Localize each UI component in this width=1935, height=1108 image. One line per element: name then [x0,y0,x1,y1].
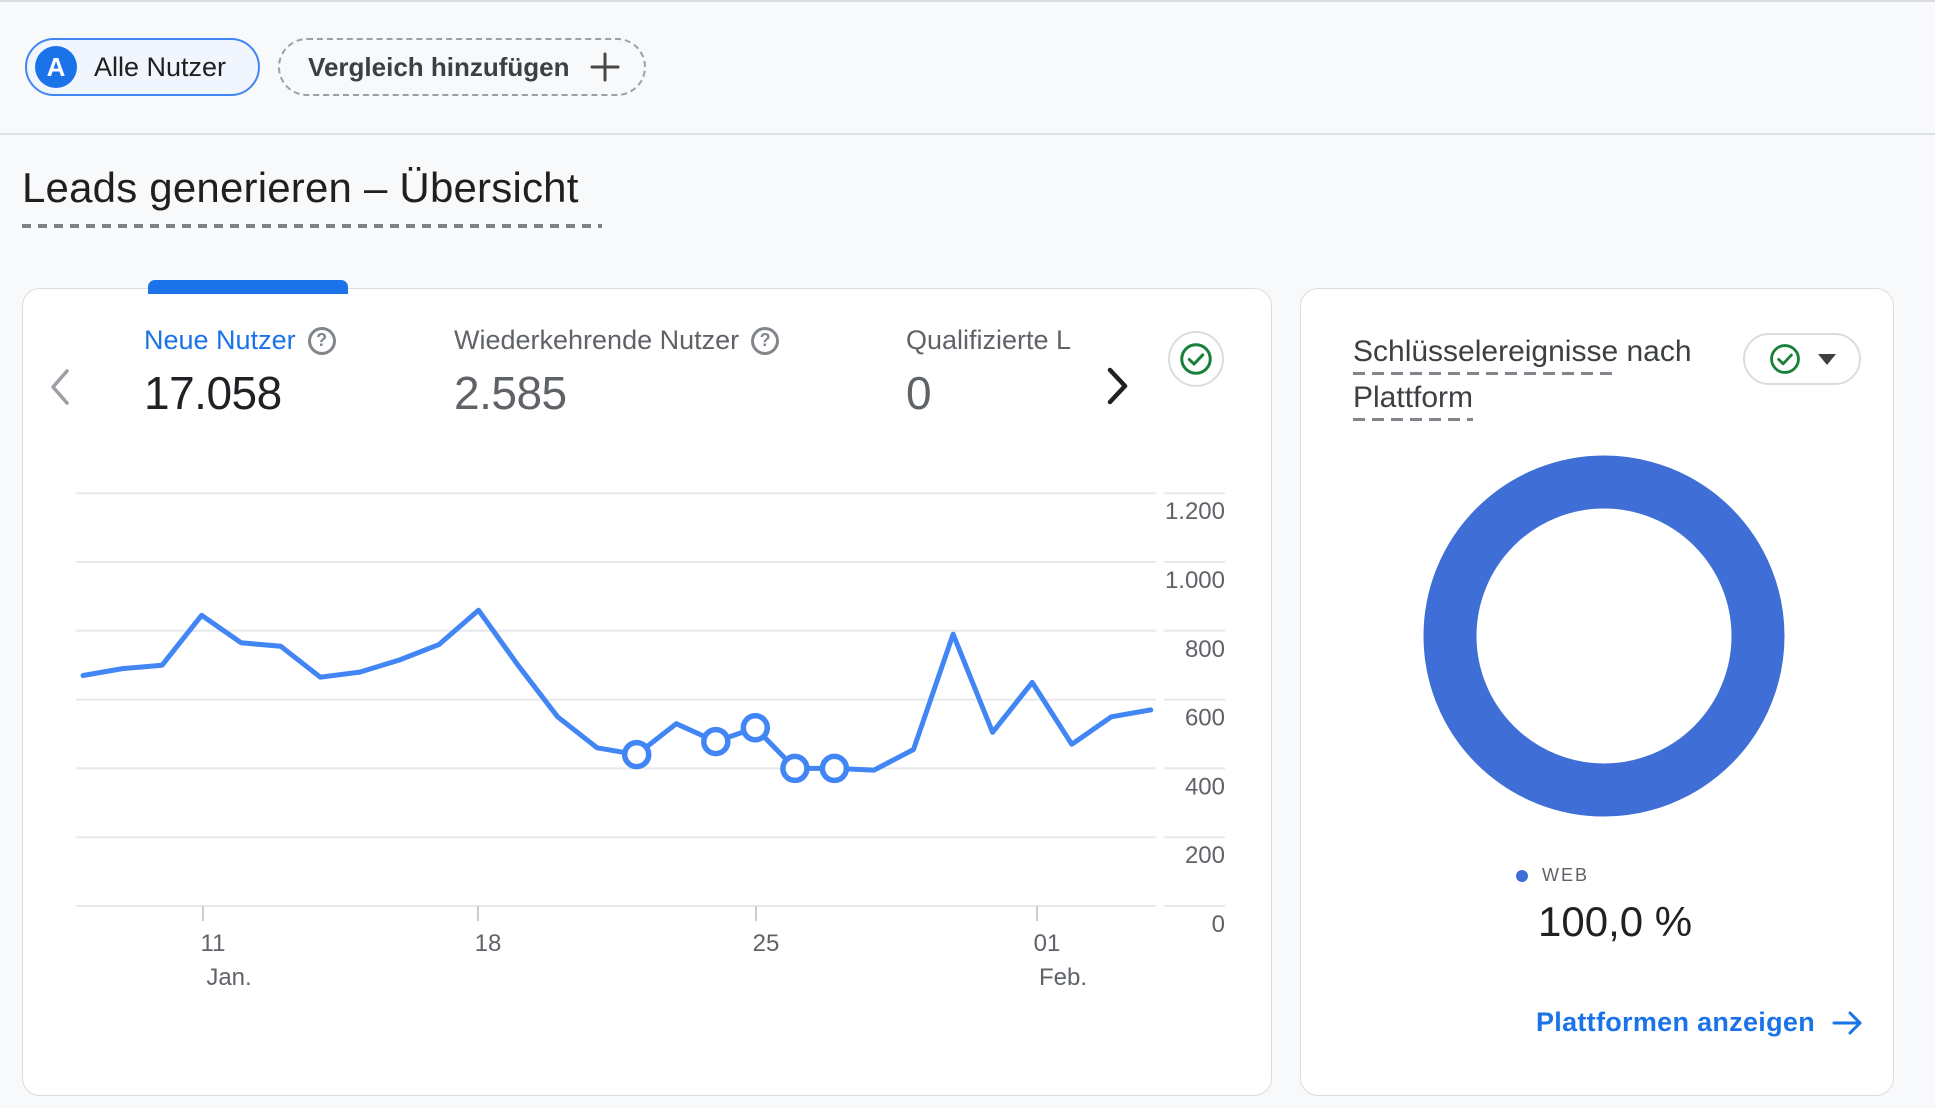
x-axis-day-label: 01 [1034,930,1061,957]
legend-dot-web [1516,870,1528,882]
header-separator [0,133,1935,135]
x-axis-day-label: 18 [475,930,502,957]
y-axis-tick-label: 600 [1185,705,1225,732]
donut-legend: WEB 100,0 % [1516,865,1692,946]
metrics-line-chart-card: Neue Nutzer ? 17.058 Wiederkehrende Nutz… [22,288,1272,1096]
legend-label: WEB [1542,865,1589,886]
add-comparison-chip[interactable]: Vergleich hinzufügen [278,38,645,96]
y-axis-tick-label: 200 [1185,842,1225,869]
page-title[interactable]: Leads generieren – Übersicht [22,164,579,212]
data-point-marker [743,716,767,740]
comparison-bar: A Alle Nutzer Vergleich hinzufügen [25,38,646,96]
legend-percentage: 100,0 % [1538,898,1692,946]
line-series-new-users [83,610,1151,770]
card-title-term[interactable]: Plattform [1353,381,1473,421]
add-comparison-label: Vergleich hinzufügen [308,52,569,83]
new-users-line-chart[interactable]: 1.200 1.000 800 600 400 200 0 11 Jan. 18 25 01 Feb. [23,289,1273,1095]
right-arrow-icon [1831,1009,1865,1037]
view-platforms-link[interactable]: Plattformen anzeigen [1536,1007,1865,1038]
card-title[interactable]: Schlüsselereignisse nach Plattform [1353,329,1692,421]
chevron-down-icon [1818,354,1836,365]
key-events-platform-card: Schlüsselereignisse nach Plattform WEB 1… [1300,288,1894,1096]
x-axis-month-label: Jan. [206,964,251,991]
all-users-chip-label: Alle Nutzer [94,52,226,83]
data-point-marker [822,756,846,780]
y-axis-tick-label: 1.200 [1165,498,1225,525]
data-point-marker [783,756,807,780]
x-axis-day-label: 25 [753,930,780,957]
card-title-term[interactable]: Schlüsselereignisse [1353,335,1618,375]
platform-donut-chart[interactable] [1414,446,1794,826]
plus-icon [588,50,622,84]
x-axis-month-label: Feb. [1039,964,1087,991]
data-point-marker [625,743,649,767]
page-title-dashed-underline [22,224,602,228]
green-check-circle-icon [1768,342,1802,376]
x-axis-day-label: 11 [201,930,226,957]
ga4-overview-page: { "comparison_bar": { "all_users_chip": … [0,0,1935,1108]
all-users-chip[interactable]: A Alle Nutzer [25,38,260,96]
y-axis-tick-label: 400 [1185,773,1225,800]
data-quality-dropdown-button[interactable] [1743,333,1861,385]
y-axis-tick-label: 1.000 [1165,567,1225,594]
data-point-marker [704,730,728,754]
top-hairline [0,0,1935,2]
y-axis-tick-label: 0 [1212,911,1225,938]
segment-avatar: A [35,46,77,88]
y-axis-tick-label: 800 [1185,636,1225,663]
